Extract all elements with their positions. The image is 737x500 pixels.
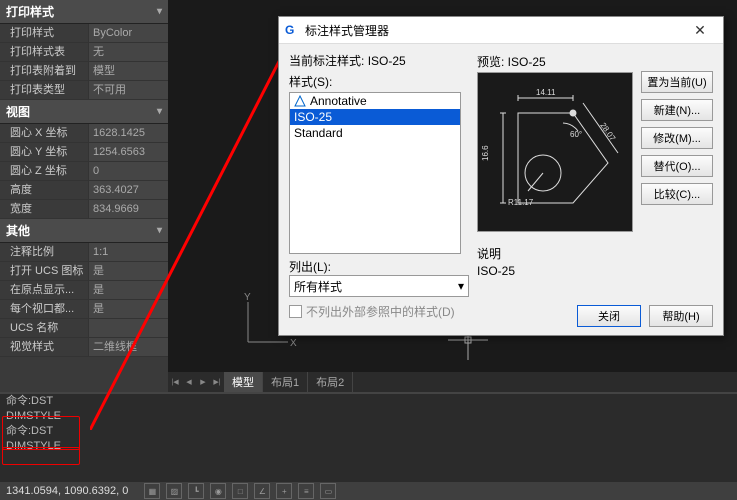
dialog-title: 标注样式管理器 — [305, 22, 683, 39]
section-header-view[interactable]: 视图▾ — [0, 100, 168, 124]
otrack-icon[interactable]: ∠ — [254, 483, 270, 499]
checkbox-icon[interactable] — [289, 305, 302, 318]
status-bar: 1341.0594, 1090.6392, 0 ▦ ▨ ┗ ◉ □ ∠ + ≡ … — [0, 482, 737, 500]
new-button[interactable]: 新建(N)... — [641, 99, 713, 121]
grid-icon[interactable]: ▦ — [144, 483, 160, 499]
svg-text:X: X — [290, 338, 297, 349]
svg-text:R11.17: R11.17 — [508, 198, 534, 207]
svg-text:14.11: 14.11 — [536, 88, 556, 97]
preview-canvas: 14.11 16.6 R11.17 60° 28.07 — [477, 72, 633, 232]
description-label: 说明 — [477, 245, 631, 262]
chevron-down-icon: ▾ — [458, 279, 464, 293]
tab-next-icon[interactable]: ▶ — [196, 375, 210, 389]
svg-text:60°: 60° — [570, 130, 582, 139]
preview-label: 预览: ISO-25 — [477, 53, 631, 70]
dimstyle-dialog: G 标注样式管理器 ✕ 当前标注样式: ISO-25 样式(S): Annota… — [278, 16, 724, 336]
app-logo-icon: G — [285, 23, 299, 37]
section-header-other[interactable]: 其他▾ — [0, 219, 168, 243]
collapse-icon[interactable]: ▾ — [157, 6, 162, 17]
svg-text:28.07: 28.07 — [598, 121, 617, 143]
set-current-button[interactable]: 置为当前(U) — [641, 71, 713, 93]
osnap-icon[interactable]: □ — [232, 483, 248, 499]
listout-select[interactable]: 所有样式▾ — [289, 275, 469, 297]
description-value: ISO-25 — [477, 264, 631, 278]
override-button[interactable]: 替代(O)... — [641, 155, 713, 177]
section-header-printstyle[interactable]: 打印样式▾ — [0, 0, 168, 24]
svg-text:Y: Y — [244, 292, 251, 303]
command-history-line: DIMSTYLE — [0, 409, 737, 424]
command-history-line: 命令:DST — [0, 394, 737, 409]
compare-button[interactable]: 比较(C)... — [641, 183, 713, 205]
modify-button[interactable]: 修改(M)... — [641, 127, 713, 149]
svg-text:16.6: 16.6 — [481, 145, 490, 161]
style-item-annotative[interactable]: Annotative — [290, 93, 460, 109]
help-button[interactable]: 帮助(H) — [649, 305, 713, 327]
tab-last-icon[interactable]: ▶| — [210, 375, 224, 389]
lwt-icon[interactable]: ≡ — [298, 483, 314, 499]
dyn-icon[interactable]: + — [276, 483, 292, 499]
tab-first-icon[interactable]: |◀ — [168, 375, 182, 389]
ortho-icon[interactable]: ┗ — [188, 483, 204, 499]
status-coordinates: 1341.0594, 1090.6392, 0 — [0, 485, 134, 497]
snap-icon[interactable]: ▨ — [166, 483, 182, 499]
styles-listbox[interactable]: Annotative ISO-25 Standard — [289, 92, 461, 254]
tab-layout2[interactable]: 布局2 — [308, 372, 353, 392]
tab-model[interactable]: 模型 — [224, 372, 263, 392]
properties-panel: 打印样式▾ 打印样式ByColor 打印样式表无 打印表附着到模型 打印表类型不… — [0, 0, 169, 392]
command-history-line: 命令:DST — [0, 424, 737, 439]
close-icon[interactable]: ✕ — [683, 19, 717, 41]
command-panel[interactable]: 命令:DST DIMSTYLE 命令:DST DIMSTYLE — [0, 392, 737, 472]
collapse-icon[interactable]: ▾ — [157, 106, 162, 117]
tab-layout1[interactable]: 布局1 — [263, 372, 308, 392]
close-button[interactable]: 关闭 — [577, 305, 641, 327]
tab-prev-icon[interactable]: ◀ — [182, 375, 196, 389]
style-item-iso25[interactable]: ISO-25 — [290, 109, 460, 125]
model-icon[interactable]: ▭ — [320, 483, 336, 499]
collapse-icon[interactable]: ▾ — [157, 225, 162, 236]
command-input-line[interactable]: DIMSTYLE — [0, 439, 737, 454]
layout-tabs: |◀ ◀ ▶ ▶| 模型 布局1 布局2 — [168, 372, 737, 392]
annotative-icon — [294, 95, 306, 107]
dialog-titlebar[interactable]: G 标注样式管理器 ✕ — [279, 17, 723, 44]
style-item-standard[interactable]: Standard — [290, 125, 460, 141]
polar-icon[interactable]: ◉ — [210, 483, 226, 499]
